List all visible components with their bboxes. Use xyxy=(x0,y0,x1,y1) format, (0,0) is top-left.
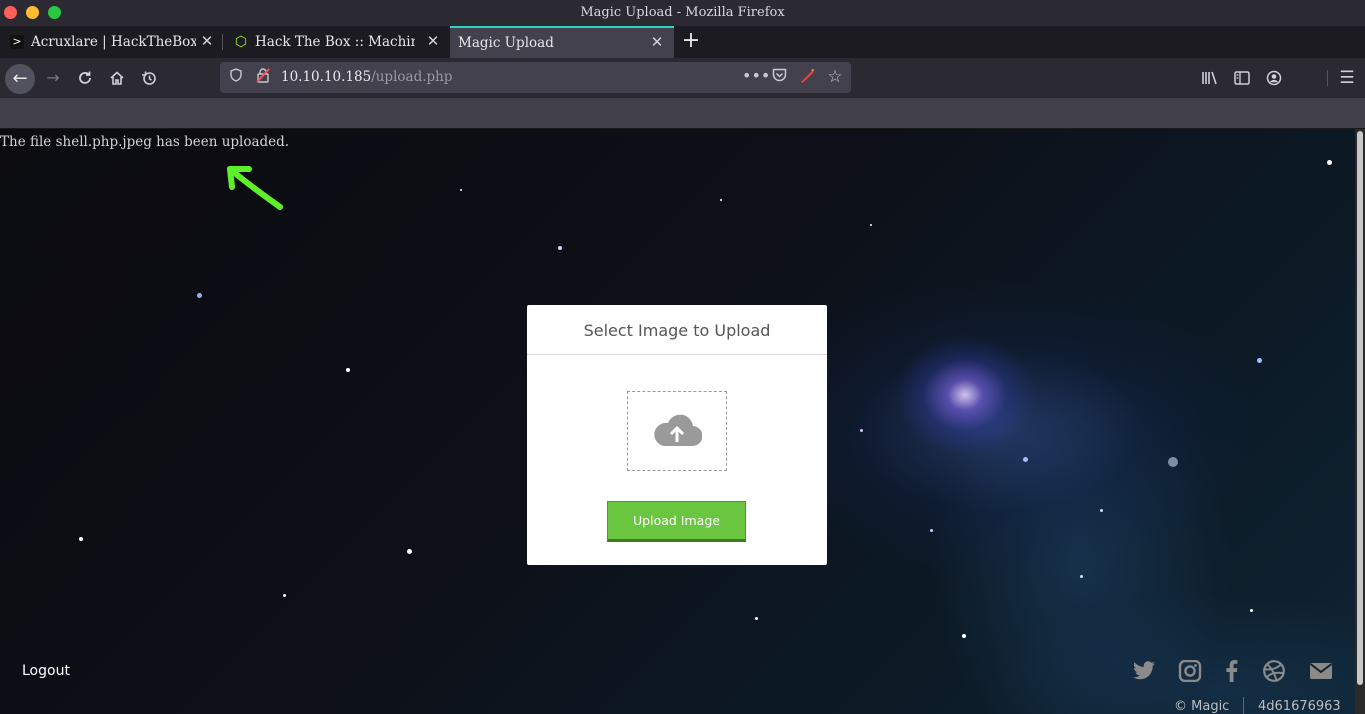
history-icon xyxy=(142,71,156,85)
star-decoration xyxy=(1257,358,1262,363)
footer-divider xyxy=(1243,697,1244,714)
annotation-arrow-icon xyxy=(227,166,283,210)
star-decoration xyxy=(197,293,202,298)
menu-button[interactable]: ☰ xyxy=(1335,66,1359,90)
footer-hash: 4d61676963 xyxy=(1258,699,1341,714)
account-icon xyxy=(1266,70,1282,86)
navigation-toolbar: ← → 10.10.10.185/upload.php ••• ☆ ☰ xyxy=(0,58,1365,98)
library-button[interactable] xyxy=(1198,66,1222,90)
facebook-icon[interactable] xyxy=(1220,660,1244,682)
card-title: Select Image to Upload xyxy=(583,321,771,340)
star-decoration xyxy=(1100,509,1103,512)
dribbble-icon[interactable] xyxy=(1262,660,1286,682)
logout-link[interactable]: Logout xyxy=(22,663,70,679)
tab-strip: > Acruxlare | HackTheBox - ✕ ⬡ Hack The … xyxy=(0,26,1365,58)
upload-image-button[interactable]: Upload Image xyxy=(607,501,746,542)
tab-label: Acruxlare | HackTheBox - xyxy=(31,34,196,50)
url-host: 10.10.10.185 xyxy=(281,69,372,85)
sidebar-button[interactable] xyxy=(1230,66,1254,90)
star-decoration xyxy=(870,224,872,226)
url-path: /upload.php xyxy=(371,69,453,85)
image-dropzone[interactable] xyxy=(627,391,727,471)
window-titlebar: Magic Upload - Mozilla Firefox xyxy=(0,0,1365,26)
star-decoration xyxy=(860,429,863,432)
page-actions-icon[interactable]: ••• xyxy=(742,67,770,85)
planet-decoration xyxy=(1168,457,1178,467)
toolbar-separator xyxy=(1327,70,1328,86)
bookmark-star-icon[interactable]: ☆ xyxy=(826,68,844,86)
close-icon[interactable]: ✕ xyxy=(198,32,216,50)
instagram-icon[interactable] xyxy=(1178,660,1202,682)
pocket-icon[interactable] xyxy=(770,68,788,86)
history-button[interactable] xyxy=(137,66,161,90)
star-decoration xyxy=(755,617,758,620)
hamburger-icon: ☰ xyxy=(1339,68,1355,88)
reload-button[interactable] xyxy=(73,66,97,90)
page-viewport: The file shell.php.jpeg has been uploade… xyxy=(0,129,1355,714)
tab-magic-upload[interactable]: Magic Upload ✕ xyxy=(450,26,674,58)
sidebar-icon xyxy=(1234,71,1250,85)
divider xyxy=(527,354,827,355)
cube-icon: ⬡ xyxy=(234,34,248,50)
home-button[interactable] xyxy=(105,66,129,90)
star-decoration xyxy=(930,529,933,532)
reload-icon xyxy=(79,71,91,84)
mail-icon[interactable] xyxy=(1309,660,1333,682)
upload-status-message: The file shell.php.jpeg has been uploade… xyxy=(0,134,290,150)
close-icon[interactable]: ✕ xyxy=(648,33,666,51)
tab-label: Magic Upload xyxy=(458,35,554,51)
library-icon xyxy=(1202,71,1217,85)
bookmarks-toolbar xyxy=(0,98,1365,129)
star-decoration xyxy=(962,634,966,638)
close-icon[interactable]: ✕ xyxy=(424,32,442,50)
star-decoration xyxy=(346,368,350,372)
back-button[interactable]: ← xyxy=(5,64,35,94)
forward-button[interactable]: → xyxy=(41,66,65,90)
url-bar[interactable]: 10.10.10.185/upload.php ••• ☆ xyxy=(220,62,851,93)
tab-label: Hack The Box :: Machines xyxy=(255,34,415,50)
window-title: Magic Upload - Mozilla Firefox xyxy=(580,5,785,20)
tab-separator xyxy=(222,34,223,50)
star-decoration xyxy=(720,199,722,201)
insecure-lock-icon[interactable] xyxy=(254,68,272,86)
tab-acruxlare[interactable]: > Acruxlare | HackTheBox - ✕ xyxy=(0,26,222,58)
star-decoration xyxy=(79,537,83,541)
star-decoration xyxy=(1080,575,1083,578)
shield-icon[interactable] xyxy=(227,68,245,86)
twitter-icon[interactable] xyxy=(1132,660,1156,682)
scrollbar-thumb[interactable] xyxy=(1357,131,1363,685)
url-text[interactable]: 10.10.10.185/upload.php xyxy=(281,69,452,85)
star-decoration xyxy=(1023,457,1028,462)
pen-extension-icon[interactable] xyxy=(798,68,816,86)
star-decoration xyxy=(1327,160,1332,165)
copyright-text: © Magic xyxy=(1174,699,1230,714)
new-tab-button[interactable]: + xyxy=(680,28,702,54)
star-decoration xyxy=(558,246,562,250)
star-decoration xyxy=(460,189,462,191)
star-decoration xyxy=(407,549,412,554)
star-decoration xyxy=(1250,609,1253,612)
cloud-upload-icon xyxy=(654,414,702,447)
upload-card: Select Image to Upload Upload Image xyxy=(527,305,827,565)
star-decoration xyxy=(283,594,286,597)
terminal-icon: > xyxy=(10,35,24,49)
account-button[interactable] xyxy=(1262,66,1286,90)
home-icon xyxy=(110,71,124,85)
tab-hackthebox[interactable]: ⬡ Hack The Box :: Machines ✕ xyxy=(224,26,450,58)
